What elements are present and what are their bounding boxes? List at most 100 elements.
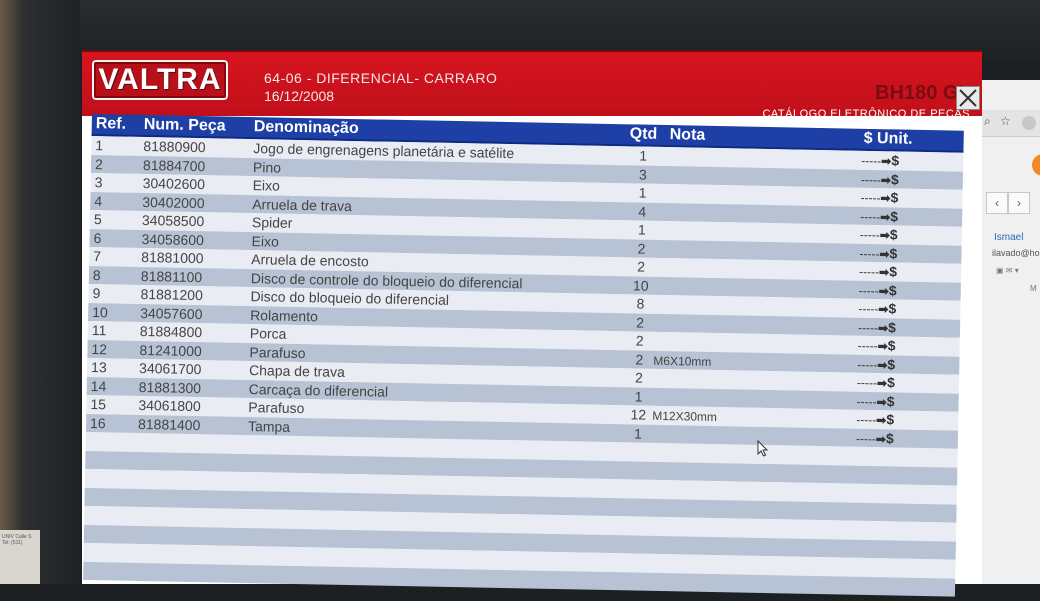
price-placeholder: ----- xyxy=(858,301,879,317)
cell-ref: 9 xyxy=(92,285,101,302)
side-label: M xyxy=(1030,284,1037,293)
cell-qtd: 1 xyxy=(637,221,646,238)
dollar-icon: $ xyxy=(889,244,898,261)
price-button[interactable]: -----➡$ xyxy=(859,226,898,243)
price-placeholder: ----- xyxy=(859,246,880,261)
cell-nota: M12X30mm xyxy=(652,408,718,425)
nav-forward-button[interactable]: › xyxy=(1008,192,1030,214)
notification-icon[interactable] xyxy=(1032,154,1040,176)
dollar-icon: $ xyxy=(891,152,900,169)
cell-qtd: 12 xyxy=(630,406,647,423)
price-button[interactable]: -----➡$ xyxy=(860,189,898,206)
price-button[interactable]: -----➡$ xyxy=(856,411,894,428)
close-button[interactable] xyxy=(956,86,980,110)
price-button[interactable]: -----➡$ xyxy=(858,300,897,317)
price-button[interactable]: -----➡$ xyxy=(857,374,895,390)
cell-ref: 1 xyxy=(95,137,104,154)
dollar-icon: $ xyxy=(890,207,899,224)
col-price: $ Unit. xyxy=(863,129,913,148)
mouse-cursor-icon xyxy=(757,440,769,457)
paper-note-text: UNIV Calle S Tel: (511) xyxy=(2,534,32,546)
logo-text: VALTRA xyxy=(98,63,222,96)
arrow-right-icon: ➡ xyxy=(878,283,889,298)
dollar-icon: $ xyxy=(889,226,898,243)
dollar-icon: $ xyxy=(889,263,898,280)
price-placeholder: ----- xyxy=(861,153,882,169)
price-button[interactable]: -----➡$ xyxy=(859,281,897,298)
col-qtd: Qtd xyxy=(629,125,658,143)
price-button[interactable]: -----➡$ xyxy=(861,170,899,187)
parts-table: Ref. Num. Peça Denominação Qtd Nota $ Un… xyxy=(83,114,964,601)
price-placeholder: ----- xyxy=(858,264,880,280)
price-button[interactable]: -----➡$ xyxy=(859,244,897,261)
price-placeholder: ----- xyxy=(857,338,878,354)
price-placeholder: ----- xyxy=(860,190,881,206)
cell-ref: 3 xyxy=(94,174,103,191)
price-button[interactable]: -----➡$ xyxy=(856,429,894,446)
cell-num: 34061800 xyxy=(138,396,201,415)
dollar-icon: $ xyxy=(887,337,896,354)
price-button[interactable]: -----➡$ xyxy=(861,152,900,169)
cell-ref: 15 xyxy=(90,396,107,413)
browser-side-panel: ⌕ ☆ ‹ › Ismael ilavado@ho ▣ ✉ ▾ M xyxy=(982,80,1040,584)
price-placeholder: ----- xyxy=(859,227,880,243)
cell-ref: 16 xyxy=(89,414,106,431)
cell-num: 81881100 xyxy=(140,267,203,285)
cell-desc: Carcaça do diferencial xyxy=(248,380,389,400)
search-icon[interactable]: ⌕ xyxy=(984,114,991,129)
monitor-bezel-left xyxy=(0,0,80,584)
price-button[interactable]: -----➡$ xyxy=(857,355,895,372)
cell-qtd: 1 xyxy=(639,147,648,164)
arrow-right-icon: ➡ xyxy=(880,209,891,224)
cell-qtd: 10 xyxy=(632,276,649,294)
dollar-icon: $ xyxy=(885,429,894,446)
cell-ref: 5 xyxy=(93,211,102,228)
arrow-right-icon: ➡ xyxy=(876,413,887,428)
cell-desc: Disco do bloqueio do diferencial xyxy=(250,288,450,308)
cell-ref: 13 xyxy=(90,359,107,376)
cell-ref: 11 xyxy=(91,322,107,339)
dollar-icon: $ xyxy=(886,392,895,409)
cell-desc: Pino xyxy=(252,158,282,176)
cell-qtd: 1 xyxy=(638,184,647,201)
arrow-right-icon: ➡ xyxy=(881,154,892,169)
cell-qtd: 2 xyxy=(635,350,644,368)
cell-num: 34058500 xyxy=(141,211,205,230)
cell-desc: Spider xyxy=(251,214,293,231)
price-placeholder: ----- xyxy=(857,357,878,372)
cell-ref: 4 xyxy=(94,192,103,209)
catalog-date: 16/12/2008 xyxy=(264,88,335,104)
nav-back-button[interactable]: ‹ xyxy=(986,192,1008,214)
catalog-window: VALTRA 64-06 - DIFERENCIAL- CARRARO 16/1… xyxy=(82,50,982,597)
star-icon[interactable]: ☆ xyxy=(1000,114,1011,128)
arrow-right-icon: ➡ xyxy=(875,431,887,446)
price-button[interactable]: -----➡$ xyxy=(857,337,896,354)
cell-num: 81884800 xyxy=(139,322,203,341)
cell-ref: 14 xyxy=(90,377,107,394)
extension-icon[interactable] xyxy=(1022,116,1036,130)
price-button[interactable]: -----➡$ xyxy=(856,392,894,409)
user-name[interactable]: Ismael xyxy=(994,232,1023,243)
cell-qtd: 2 xyxy=(635,332,644,349)
price-placeholder: ----- xyxy=(856,394,877,409)
dollar-icon: $ xyxy=(888,300,897,317)
cell-qtd: 2 xyxy=(634,369,644,386)
cell-num: 34061700 xyxy=(138,359,202,378)
price-button[interactable]: -----➡$ xyxy=(858,263,898,280)
cell-ref: 7 xyxy=(93,248,102,265)
price-button[interactable]: -----➡$ xyxy=(858,318,896,335)
cell-qtd: 3 xyxy=(638,166,647,183)
price-placeholder: ----- xyxy=(860,209,881,224)
cell-desc: Eixo xyxy=(252,177,281,194)
col-num: Num. Peça xyxy=(143,115,226,135)
model-name: BH180 GI xyxy=(875,82,964,104)
dollar-icon: $ xyxy=(887,318,897,335)
arrow-right-icon: ➡ xyxy=(876,394,887,409)
cell-num: 81884700 xyxy=(142,156,206,174)
price-placeholder: ----- xyxy=(856,412,877,428)
cell-desc: Porca xyxy=(249,325,287,342)
cell-qtd: 2 xyxy=(636,313,645,331)
price-button[interactable]: -----➡$ xyxy=(860,207,898,224)
cell-num: 34058600 xyxy=(141,230,205,248)
col-nota: Nota xyxy=(669,126,706,144)
